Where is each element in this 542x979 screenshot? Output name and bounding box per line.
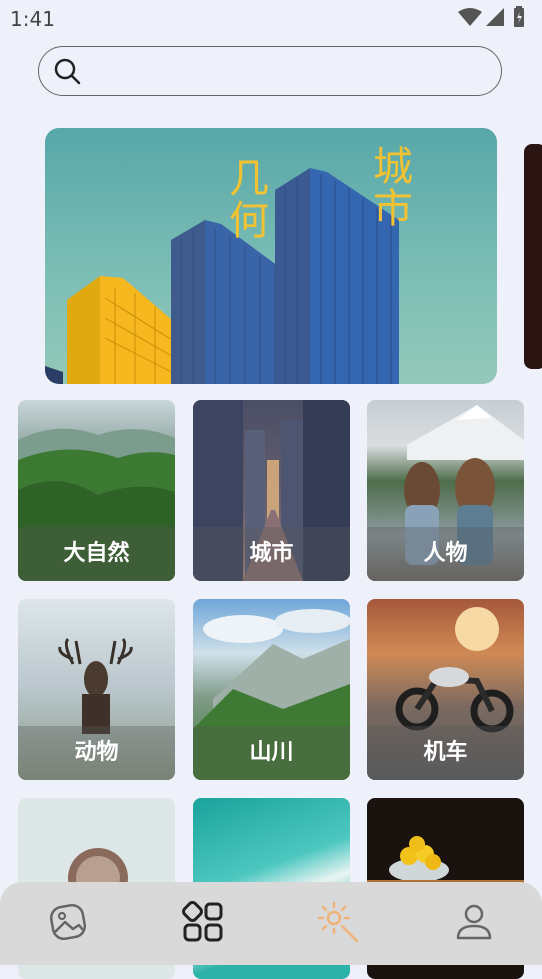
status-icons <box>458 6 524 27</box>
profile-icon[interactable] <box>452 900 496 944</box>
signal-icon <box>486 8 504 26</box>
banner-illustration <box>45 168 399 384</box>
status-bar: 1:41 <box>0 0 542 36</box>
wifi-icon <box>458 8 482 26</box>
category-label: 大自然 <box>18 527 175 581</box>
category-label: 山川 <box>193 726 350 780</box>
category-motorcycle[interactable]: 机车 <box>367 599 524 780</box>
search-bar[interactable] <box>38 46 502 96</box>
gallery-icon[interactable] <box>46 900 90 944</box>
category-animal[interactable]: 动物 <box>18 599 175 780</box>
bottom-navigation <box>0 882 542 965</box>
category-city[interactable]: 城市 <box>193 400 350 581</box>
category-label: 人物 <box>367 527 524 581</box>
magic-wand-icon[interactable] <box>316 900 360 944</box>
banner-title-left: 几何 <box>229 156 269 244</box>
category-label: 机车 <box>367 726 524 780</box>
banner-slide[interactable]: 几何 城市 <box>45 128 497 384</box>
category-label: 城市 <box>193 527 350 581</box>
category-label: 动物 <box>18 726 175 780</box>
status-time: 1:41 <box>10 7 55 31</box>
categories-grid-icon[interactable] <box>181 900 225 944</box>
category-mountain[interactable]: 山川 <box>193 599 350 780</box>
category-nature[interactable]: 大自然 <box>18 400 175 581</box>
banner-title-right: 城市 <box>373 144 413 232</box>
category-people[interactable]: 人物 <box>367 400 524 581</box>
search-input[interactable] <box>91 55 495 89</box>
search-icon[interactable] <box>53 57 81 85</box>
banner-next-slide[interactable] <box>524 144 542 369</box>
